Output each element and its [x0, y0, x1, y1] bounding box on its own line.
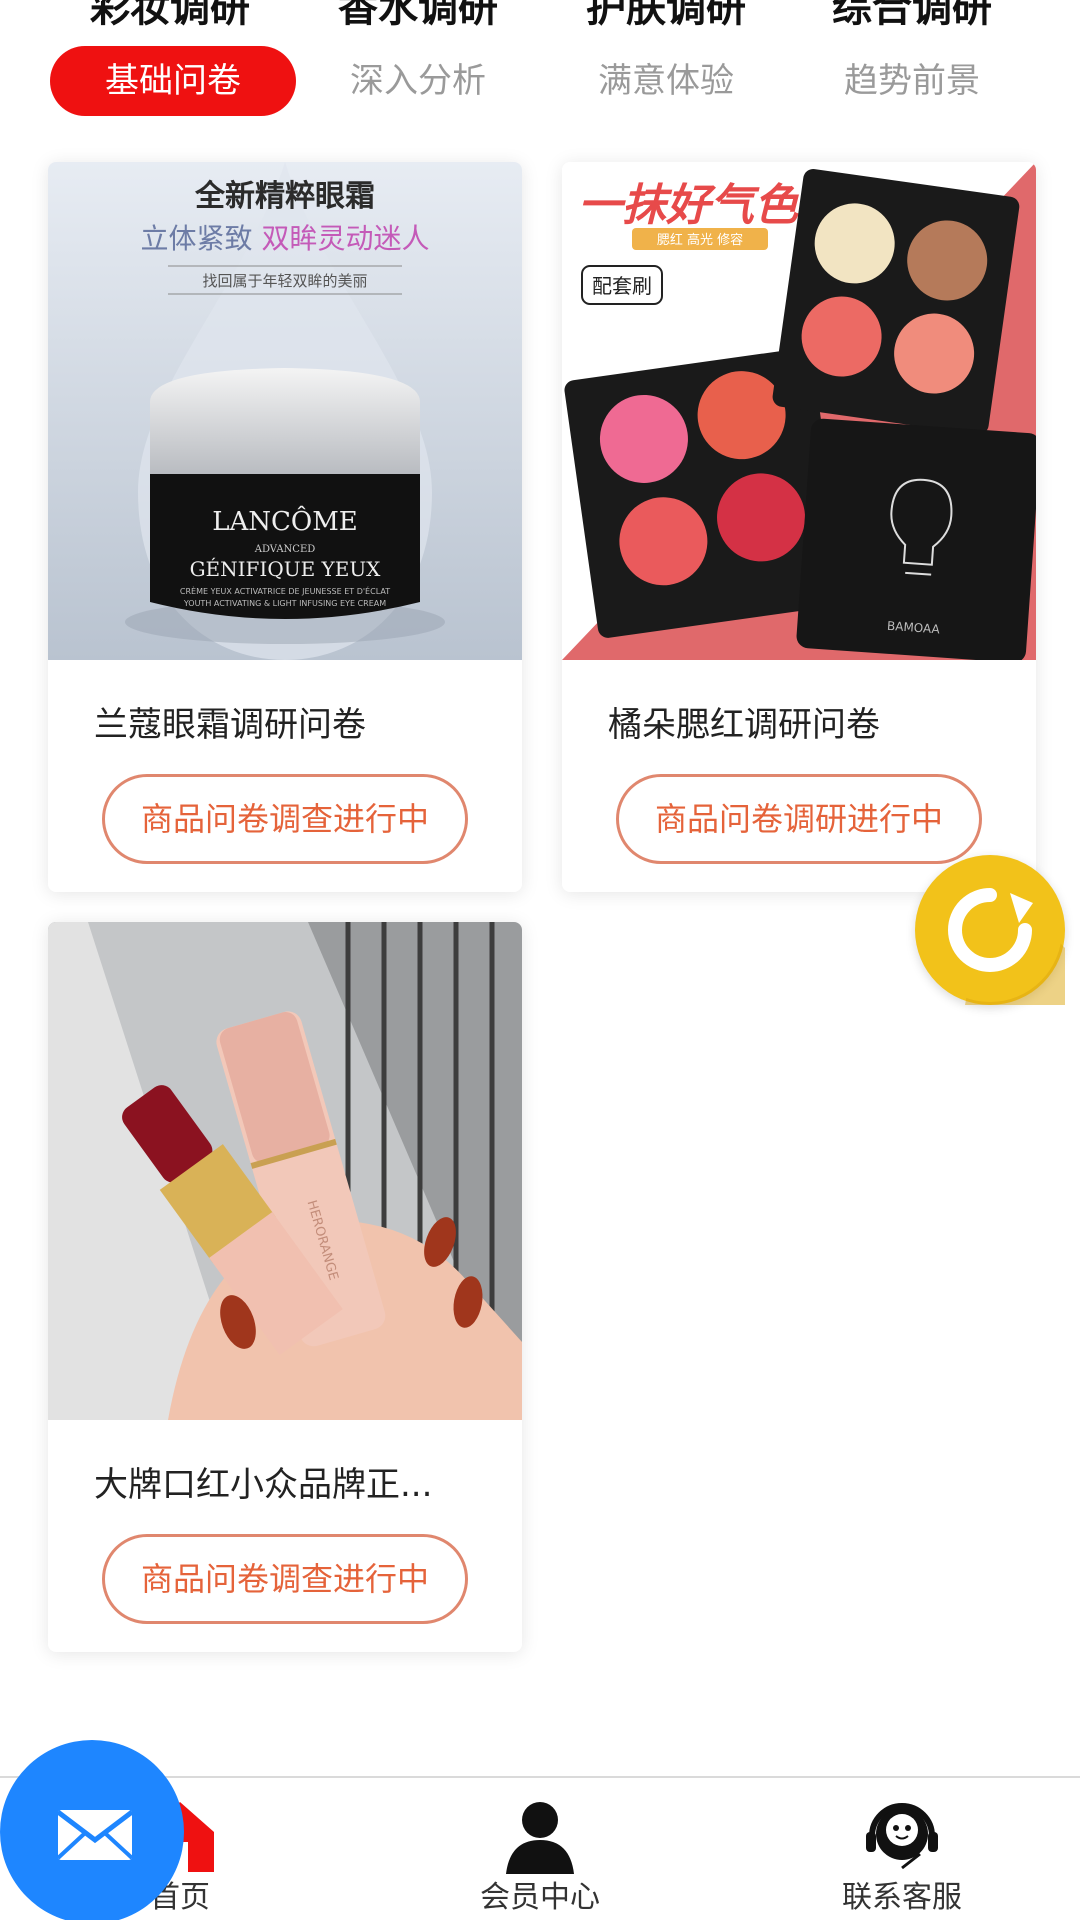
eye-cream-image[interactable]: 全新精粹眼霜 立体紧致 双眸灵动迷人 找回属于年轻双眸的美丽 LANCÔME A…	[48, 162, 522, 660]
nav-member-label: 会员中心	[480, 1880, 600, 1915]
product-card-eye-cream[interactable]: 全新精粹眼霜 立体紧致 双眸灵动迷人 找回属于年轻双眸的美丽 LANCÔME A…	[48, 162, 522, 892]
blush-title[interactable]: 橘朵腮红调研问卷	[608, 702, 1008, 748]
headset-icon	[866, 1803, 938, 1870]
eye-cream-brand: LANCÔME	[212, 505, 358, 537]
lipstick-survey-button[interactable]: 商品问卷调查进行中	[102, 1534, 468, 1624]
blush-survey-button[interactable]: 商品问卷调研进行中	[616, 774, 982, 864]
tab-perfume-sub[interactable]: 深入分析	[328, 46, 508, 116]
mail-button[interactable]	[0, 1740, 184, 1920]
tab-perfume-title: 香水调研	[338, 0, 498, 31]
tab-general-sub[interactable]: 趋势前景	[822, 46, 1002, 116]
eye-cream-subline-b: 双眸灵动迷人	[261, 222, 429, 255]
product-card-blush[interactable]: 一抹好气色 腮红 高光 修容 配套刷 BAMOAA 橘朵腮红调研问卷 商品问卷调…	[562, 162, 1036, 892]
blush-image[interactable]: 一抹好气色 腮红 高光 修容 配套刷 BAMOAA	[562, 162, 1036, 660]
tab-makeup-title: 彩妆调研	[90, 0, 250, 31]
nav-service-label: 联系客服	[842, 1880, 962, 1915]
eye-cream-caption: 找回属于年轻双眸的美丽	[202, 272, 367, 290]
tab-general-title: 综合调研	[832, 0, 992, 31]
user-icon	[506, 1802, 574, 1874]
tab-skincare-sub[interactable]: 满意体验	[576, 46, 756, 116]
eye-cream-headline: 全新精粹眼霜	[194, 179, 375, 214]
category-tabs: 彩妆调研 基础问卷 香水调研 深入分析 护肤调研 满意体验 综合调研 趋势前景	[0, 0, 1080, 120]
product-card-lipstick[interactable]: HERORANGE 大牌口红小众品牌正... 商品问卷调查进行中	[48, 922, 522, 1652]
eye-cream-label: ADVANCED	[254, 544, 316, 555]
tab-makeup-sub[interactable]: 基础问卷	[50, 46, 296, 116]
lipstick-image[interactable]: HERORANGE	[48, 922, 522, 1420]
refresh-button[interactable]	[915, 855, 1065, 1005]
eye-cream-desc1: CRÈME YEUX ACTIVATRICE DE JEUNESSE ET D'…	[180, 585, 390, 596]
lipstick-title[interactable]: 大牌口红小众品牌正...	[94, 1462, 494, 1508]
blush-tag: 腮红 高光 修容	[657, 232, 743, 248]
refresh-icon	[918, 858, 1065, 1005]
svg-text:立体紧致 双眸灵动迷人: 立体紧致 双眸灵动迷人	[141, 222, 430, 255]
tab-skincare-title: 护肤调研	[586, 0, 746, 31]
mail-icon	[56, 1810, 134, 1860]
eye-cream-title[interactable]: 兰蔻眼霜调研问卷	[94, 702, 494, 748]
nav-member-center[interactable]: 会员中心	[420, 1778, 660, 1920]
nav-customer-service[interactable]: 联系客服	[782, 1778, 1022, 1920]
eye-cream-subline-a: 立体紧致	[141, 222, 262, 255]
blush-headline: 一抹好气色	[578, 180, 799, 231]
eye-cream-product: GÉNIFIQUE YEUX	[190, 557, 382, 581]
blush-brush: 配套刷	[592, 274, 652, 298]
eye-cream-desc2: YOUTH ACTIVATING & LIGHT INFUSING EYE CR…	[183, 599, 386, 608]
eye-cream-survey-button[interactable]: 商品问卷调查进行中	[102, 774, 468, 864]
app-page: 彩妆调研 基础问卷 香水调研 深入分析 护肤调研 满意体验 综合调研 趋势前景	[0, 0, 1080, 1920]
